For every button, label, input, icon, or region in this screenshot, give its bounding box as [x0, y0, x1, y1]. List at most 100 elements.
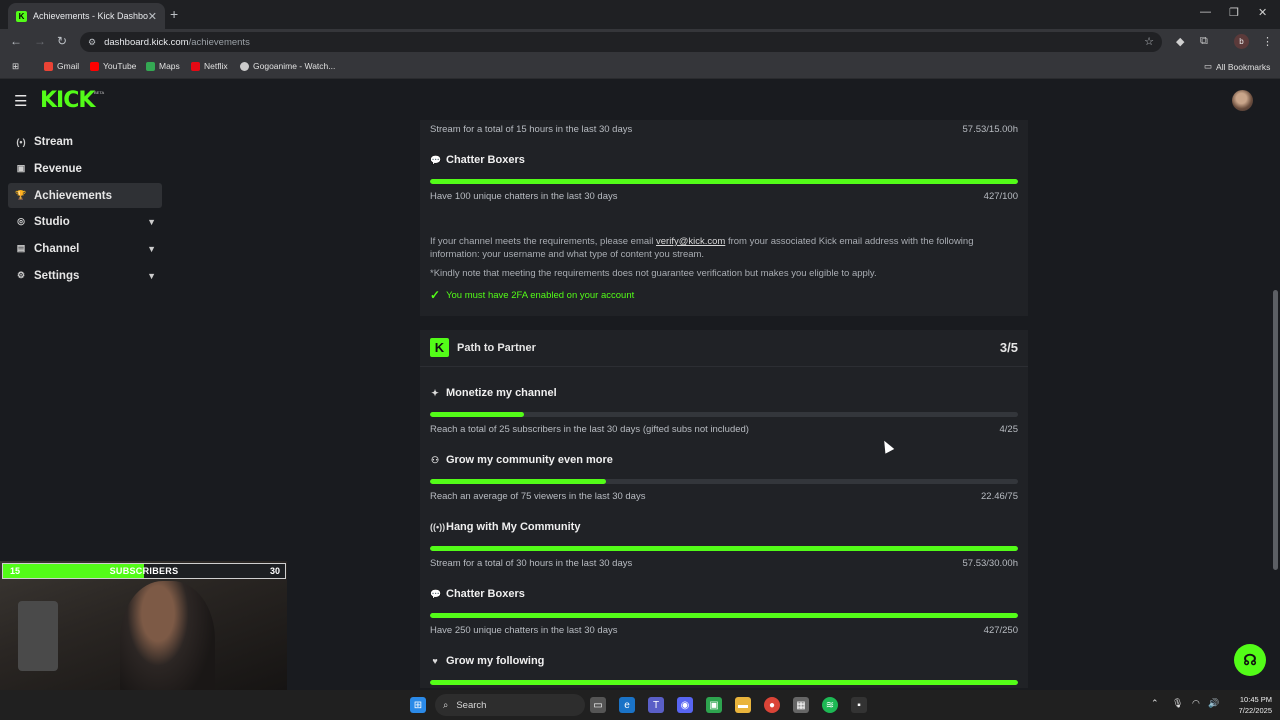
back-icon[interactable]: ←: [10, 34, 22, 48]
tray-chevron-icon[interactable]: ⌃: [1151, 698, 1159, 709]
row-title-label: Monetize my channel: [446, 387, 557, 399]
windows-start-icon[interactable]: ⊞: [410, 697, 426, 713]
obs-icon[interactable]: ▪: [851, 697, 867, 713]
url-host: dashboard.kick.com: [104, 36, 189, 48]
gmail-icon: [44, 61, 53, 71]
row-value: 427/100: [983, 191, 1018, 202]
all-bookmarks[interactable]: ▭ All Bookmarks: [1204, 61, 1270, 72]
browser-menu-icon[interactable]: ⋮: [1262, 35, 1273, 48]
bookmark-label: YouTube: [103, 61, 137, 71]
forward-icon[interactable]: →: [34, 34, 46, 48]
site-info-icon[interactable]: ⚙: [88, 37, 96, 48]
sidebar-item-revenue[interactable]: ▣ Revenue: [8, 156, 162, 181]
window-close-icon[interactable]: ✕: [1258, 6, 1267, 19]
hamburger-menu-icon[interactable]: ☰: [14, 92, 27, 110]
bookmark-netflix[interactable]: Netflix: [191, 61, 228, 71]
bookmark-gmail[interactable]: Gmail: [44, 61, 79, 71]
volume-icon[interactable]: 🔊: [1208, 698, 1219, 709]
row-value: 57.53/15.00h: [962, 124, 1018, 135]
sidebar-item-label: Channel: [34, 242, 80, 255]
folder-icon: ▭: [1204, 61, 1213, 71]
discord-icon[interactable]: ◉: [677, 697, 693, 713]
chevron-down-icon[interactable]: ▼: [147, 217, 156, 227]
sidebar-item-label: Revenue: [34, 162, 82, 175]
bookmark-label: Gogoanime - Watch...: [253, 61, 336, 71]
browser-tab-achievements[interactable]: K Achievements - Kick Dashboard ✕: [8, 3, 165, 29]
extension-icon[interactable]: ◆: [1176, 35, 1184, 48]
bookmark-gogoanime[interactable]: Gogoanime - Watch...: [240, 61, 335, 71]
progress-fill: [430, 546, 1018, 551]
row-title-label: Chatter Boxers: [446, 588, 525, 600]
row-description: Have 250 unique chatters in the last 30 …: [430, 625, 618, 636]
close-icon[interactable]: ✕: [148, 10, 157, 23]
bookmark-label: Netflix: [204, 61, 228, 71]
progress-fill: [430, 479, 607, 484]
progress-fill: [430, 613, 1018, 618]
achievement-row: Reach an average of 75 viewers in the la…: [430, 491, 1018, 502]
store-icon[interactable]: ▦: [793, 697, 809, 713]
reload-icon[interactable]: ↻: [57, 34, 67, 48]
gogoanime-icon: [240, 61, 249, 71]
sidebar-item-label: Studio: [34, 215, 70, 228]
restore-icon[interactable]: ❐: [1229, 6, 1239, 19]
achievements-main: Stream for a total of 15 hours in the la…: [420, 120, 1028, 688]
task-view-icon[interactable]: ▭: [590, 697, 606, 713]
bookmark-youtube[interactable]: YouTube: [90, 61, 136, 71]
progress-bar: [430, 680, 1018, 685]
achievement-row: Stream for a total of 30 hours in the la…: [430, 558, 1018, 569]
user-avatar[interactable]: [1232, 90, 1253, 111]
achievement-title: 💬 Chatter Boxers: [430, 588, 525, 600]
card-title: Path to Partner: [457, 342, 536, 354]
progress-fill: [430, 179, 1018, 184]
subscriber-goal-bar: SUBSCRIBERS 15 30: [2, 563, 286, 579]
teams-icon[interactable]: T: [648, 697, 664, 713]
taskbar-search[interactable]: ⌕ Search: [435, 694, 585, 716]
sidebar-item-achievements[interactable]: 🏆 Achievements: [8, 183, 162, 208]
sidebar-item-settings[interactable]: ⚙ Settings ▼: [8, 263, 162, 288]
browser-tab-strip: K Achievements - Kick Dashboard ✕ + — ❐ …: [0, 0, 1280, 29]
sidebar-item-stream[interactable]: (•) Stream: [8, 129, 162, 154]
achievement-row: Reach a total of 25 subscribers in the l…: [430, 424, 1018, 435]
sidebar-item-channel[interactable]: ▤ Channel ▼: [8, 236, 162, 261]
webcam-overlay: [0, 561, 287, 690]
wifi-icon[interactable]: ◠: [1192, 698, 1200, 709]
page-scrollbar[interactable]: [1273, 290, 1278, 570]
row-description: Have 100 unique chatters in the last 30 …: [430, 191, 618, 202]
minimize-icon[interactable]: —: [1200, 6, 1211, 18]
row-description: Reach a total of 25 subscribers in the l…: [430, 424, 749, 435]
stream-icon: (•): [16, 136, 26, 147]
microphone-icon[interactable]: 🎙: [1172, 698, 1183, 709]
progress-fill: [430, 680, 1018, 685]
apps-grid-icon[interactable]: ⊞: [12, 61, 19, 72]
studio-icon: ◎: [17, 216, 25, 226]
chrome-icon[interactable]: ●: [764, 697, 780, 713]
sidebar-item-label: Settings: [34, 269, 80, 282]
verify-email-link[interactable]: verify@kick.com: [656, 236, 725, 247]
row-title-label: Hang with My Community: [446, 521, 581, 533]
sidebar-item-studio[interactable]: ◎ Studio ▼: [8, 209, 162, 234]
chat-bubble-icon: 💬: [430, 588, 442, 599]
sparkle-icon: ✦: [431, 387, 439, 398]
new-tab-icon[interactable]: +: [170, 6, 178, 22]
profile-avatar[interactable]: b: [1234, 34, 1249, 49]
verification-card: Stream for a total of 15 hours in the la…: [420, 120, 1028, 316]
spotify-icon[interactable]: ≋: [822, 697, 838, 713]
kick-logo[interactable]: KICK: [40, 88, 95, 113]
app-icon[interactable]: ▣: [706, 697, 722, 713]
extensions-puzzle-icon[interactable]: ⧉: [1200, 35, 1208, 48]
bookmark-star-icon[interactable]: ☆: [1144, 35, 1154, 48]
sidebar-item-label: Stream: [34, 135, 73, 148]
edge-icon[interactable]: e: [619, 697, 635, 713]
support-chat-button[interactable]: ☊: [1234, 644, 1266, 676]
file-explorer-icon[interactable]: ▬: [735, 697, 751, 713]
taskbar-clock[interactable]: 10:45 PM 7/22/2025: [1222, 694, 1272, 716]
chevron-down-icon[interactable]: ▼: [147, 271, 156, 281]
chevron-down-icon[interactable]: ▼: [147, 244, 156, 254]
bookmark-maps[interactable]: Maps: [146, 61, 180, 71]
row-title-label: Grow my community even more: [446, 454, 613, 466]
url-input[interactable]: ⚙ dashboard.kick.com/achievements ☆: [80, 32, 1162, 52]
twofa-requirement: ✓ You must have 2FA enabled on your acco…: [430, 288, 634, 302]
twofa-label: You must have 2FA enabled on your accoun…: [446, 289, 635, 301]
heart-icon: ♥: [432, 656, 438, 666]
card-progress-count: 3/5: [999, 340, 1018, 355]
